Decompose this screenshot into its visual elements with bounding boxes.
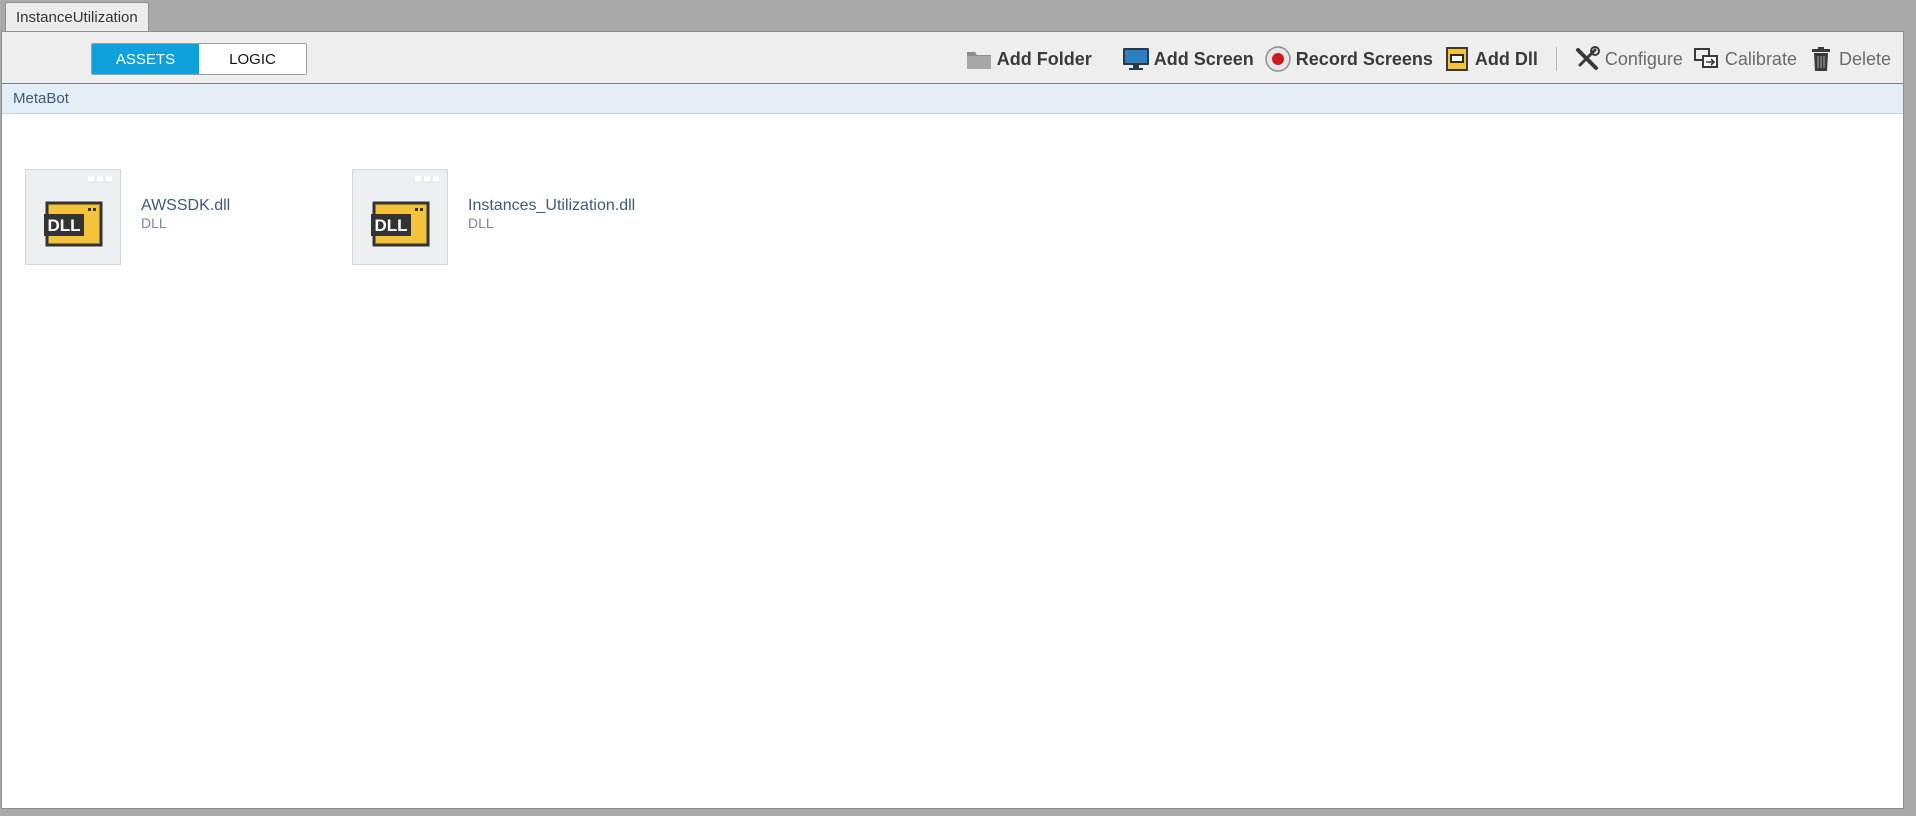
asset-text: Instances_Utilization.dll DLL <box>468 197 635 232</box>
delete-button[interactable]: Delete <box>1807 43 1891 75</box>
window-edge <box>1905 31 1916 809</box>
add-screen-button[interactable]: Add Screen <box>1122 43 1254 75</box>
record-icon <box>1264 45 1292 73</box>
configure-label: Configure <box>1604 48 1683 69</box>
asset-item[interactable]: DLL Instances_Utilization.dll DLL <box>352 169 635 265</box>
dll-icon <box>1443 45 1471 73</box>
asset-name[interactable]: Instances_Utilization.dll <box>468 197 635 215</box>
breadcrumb: MetaBot <box>2 84 1903 114</box>
asset-text: AWSSDK.dll DLL <box>141 197 230 232</box>
configure-button[interactable]: Configure <box>1573 43 1683 75</box>
dll-icon: DLL <box>371 201 430 247</box>
record-screens-label: Record Screens <box>1295 48 1433 69</box>
window: InstanceUtilization ASSETS LOGIC Add Fol… <box>0 0 1916 816</box>
delete-label: Delete <box>1838 48 1891 69</box>
calibrate-icon <box>1693 45 1721 73</box>
assets-tab-button[interactable]: ASSETS <box>92 44 199 74</box>
monitor-icon <box>1122 45 1150 73</box>
record-screens-button[interactable]: Record Screens <box>1264 43 1433 75</box>
toolbar-actions: Add Folder Add Screen Record Screens Add… <box>955 43 1891 75</box>
add-folder-button[interactable]: Add Folder <box>965 43 1092 75</box>
calibrate-label: Calibrate <box>1724 48 1797 69</box>
dll-icon: DLL <box>44 201 103 247</box>
tab-strip: InstanceUtilization <box>0 0 1916 32</box>
asset-item[interactable]: DLL AWSSDK.dll DLL <box>25 169 230 265</box>
asset-type: DLL <box>141 215 167 231</box>
logic-tab-button[interactable]: LOGIC <box>199 44 306 74</box>
editor-panel: ASSETS LOGIC Add Folder Add Screen Recor… <box>1 31 1904 809</box>
asset-name[interactable]: AWSSDK.dll <box>141 197 230 215</box>
view-toggle: ASSETS LOGIC <box>91 43 307 75</box>
svg-text:DLL: DLL <box>374 216 407 235</box>
add-screen-label: Add Screen <box>1153 48 1254 69</box>
assets-grid: DLL AWSSDK.dll DLL DLL Instances_Utiliza… <box>2 114 1903 804</box>
asset-thumbnail[interactable]: DLL <box>25 169 121 265</box>
svg-text:DLL: DLL <box>47 216 80 235</box>
tools-icon <box>1573 45 1601 73</box>
toolbar-divider <box>1555 47 1557 71</box>
trash-icon <box>1807 45 1835 73</box>
add-folder-label: Add Folder <box>996 48 1092 69</box>
add-dll-button[interactable]: Add Dll <box>1443 43 1538 75</box>
tab-instance-utilization[interactable]: InstanceUtilization <box>5 2 149 32</box>
asset-thumbnail[interactable]: DLL <box>352 169 448 265</box>
toolbar: ASSETS LOGIC Add Folder Add Screen Recor… <box>2 32 1903 84</box>
calibrate-button[interactable]: Calibrate <box>1693 43 1797 75</box>
asset-type: DLL <box>468 215 494 231</box>
breadcrumb-metabot[interactable]: MetaBot <box>13 90 69 107</box>
add-dll-label: Add Dll <box>1474 48 1538 69</box>
folder-icon <box>965 45 993 73</box>
